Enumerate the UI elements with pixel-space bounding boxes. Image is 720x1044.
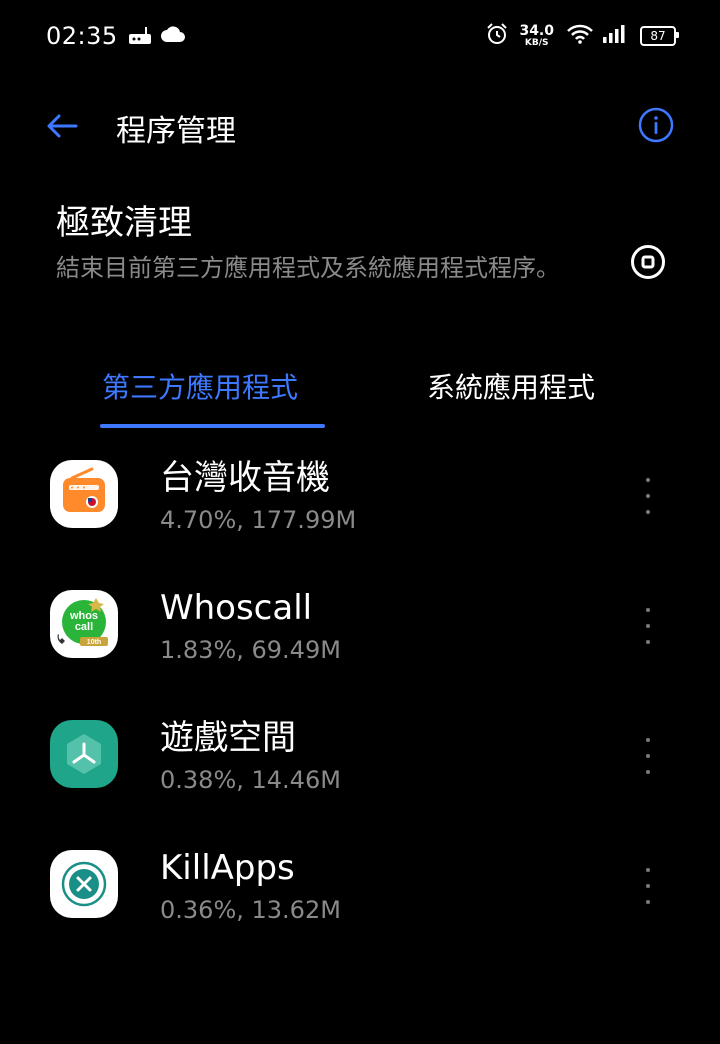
more-options-icon[interactable] [634, 738, 662, 774]
tab-system-apps[interactable]: 系統應用程式 [427, 366, 595, 406]
network-speed: 34.0 KB/S [519, 24, 554, 48]
app-bar: 程序管理 [0, 96, 720, 156]
app-name: 台灣收音機 [160, 458, 330, 498]
list-item[interactable]: 台灣收音機 4.70%, 177.99M [0, 440, 720, 570]
deep-clean-title: 極致清理 [56, 203, 192, 243]
battery-level: 87 [650, 29, 666, 43]
whoscall-icon-badge: 10th [87, 639, 101, 646]
status-bar: 02:35 34.0 KB/S 87 [0, 0, 720, 72]
battery-icon: 87 [640, 26, 679, 46]
cloud-icon [160, 24, 186, 48]
tab-third-party-apps[interactable]: 第三方應用程式 [102, 366, 298, 406]
more-options-icon[interactable] [634, 868, 662, 904]
network-speed-unit: KB/S [524, 38, 549, 48]
list-item[interactable]: KillApps 0.36%, 13.62M [0, 830, 720, 960]
info-icon[interactable] [638, 107, 674, 143]
tab-indicator [100, 424, 325, 428]
list-item[interactable]: 遊戲空間 0.38%, 14.46M [0, 700, 720, 830]
app-name: Whoscall [160, 588, 313, 628]
tab-bar: 第三方應用程式 系統應用程式 [0, 360, 720, 430]
signal-icon [602, 24, 628, 48]
whoscall-icon-text-2: call [75, 621, 93, 633]
app-name: 遊戲空間 [160, 718, 296, 758]
stop-icon[interactable] [630, 244, 666, 280]
page-title: 程序管理 [116, 114, 236, 149]
killapps-app-icon [50, 850, 118, 918]
alarm-icon [485, 22, 509, 50]
radio-app-icon [50, 460, 118, 528]
app-list: 台灣收音機 4.70%, 177.99M whos call 10th Whos… [0, 440, 720, 960]
wifi-icon [566, 23, 594, 49]
network-speed-value: 34.0 [519, 23, 554, 39]
app-stats: 0.38%, 14.46M [160, 766, 341, 794]
app-stats: 0.36%, 13.62M [160, 896, 341, 924]
status-time: 02:35 [46, 22, 118, 50]
list-item[interactable]: whos call 10th Whoscall 1.83%, 69.49M [0, 570, 720, 700]
app-stats: 4.70%, 177.99M [160, 506, 357, 534]
back-arrow-icon[interactable] [44, 108, 80, 144]
app-name: KillApps [160, 848, 295, 888]
game-space-app-icon [50, 720, 118, 788]
deep-clean-description: 結束目前第三方應用程式及系統應用程式程序。 [56, 254, 560, 282]
more-options-icon[interactable] [634, 478, 662, 514]
deep-clean-section[interactable]: 極致清理 結束目前第三方應用程式及系統應用程式程序。 [56, 200, 616, 286]
whoscall-app-icon: whos call 10th [50, 590, 118, 658]
more-options-icon[interactable] [634, 608, 662, 644]
router-icon [128, 26, 152, 50]
status-right-group: 34.0 KB/S 87 [485, 20, 679, 52]
app-stats: 1.83%, 69.49M [160, 636, 341, 664]
